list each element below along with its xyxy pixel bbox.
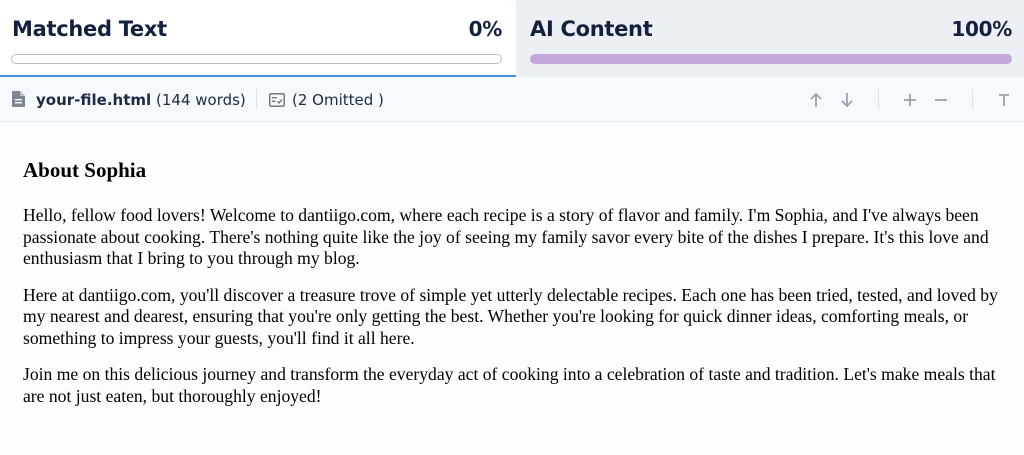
- document-content: About Sophia Hello, fellow food lovers! …: [0, 123, 1024, 455]
- document-paragraph: Join me on this delicious journey and tr…: [23, 364, 996, 406]
- tab-ai-content[interactable]: AI Content 100%: [516, 0, 1024, 77]
- omitted-count[interactable]: (2 Omitted ): [292, 91, 384, 109]
- file-name: your-file.html: [36, 91, 152, 109]
- text-size-icon[interactable]: [994, 89, 1014, 111]
- omitted-list-icon[interactable]: [269, 93, 285, 107]
- document-heading: About Sophia: [23, 158, 147, 182]
- word-count: (144 words): [156, 91, 246, 109]
- matched-text-title: Matched Text: [12, 17, 167, 41]
- plus-icon[interactable]: [900, 89, 920, 111]
- arrow-up-icon[interactable]: [806, 89, 826, 111]
- document-paragraph: Here at dantiigo.com, you'll discover a …: [23, 284, 998, 348]
- arrow-down-icon[interactable]: [837, 89, 857, 111]
- matched-text-percent: 0%: [468, 17, 503, 41]
- document-paragraph: Hello, fellow food lovers! Welcome to da…: [23, 205, 989, 268]
- file-toolbar: your-file.html (144 words) (2 Omitted ): [0, 78, 1024, 122]
- ai-content-percent: 100%: [951, 17, 1012, 41]
- toolbar-divider: [256, 89, 257, 109]
- ai-content-progress-fill: [530, 54, 1012, 64]
- ai-content-progress-bar: [530, 54, 1012, 64]
- matched-text-progress-bar: [11, 54, 502, 64]
- file-icon: [12, 91, 25, 107]
- ai-content-title: AI Content: [530, 17, 653, 41]
- toolbar-divider: [972, 89, 973, 109]
- result-tabs: Matched Text 0% AI Content 100%: [0, 0, 1024, 77]
- toolbar-divider: [878, 89, 879, 109]
- minus-icon[interactable]: [931, 89, 951, 111]
- tab-matched-text[interactable]: Matched Text 0%: [0, 0, 516, 77]
